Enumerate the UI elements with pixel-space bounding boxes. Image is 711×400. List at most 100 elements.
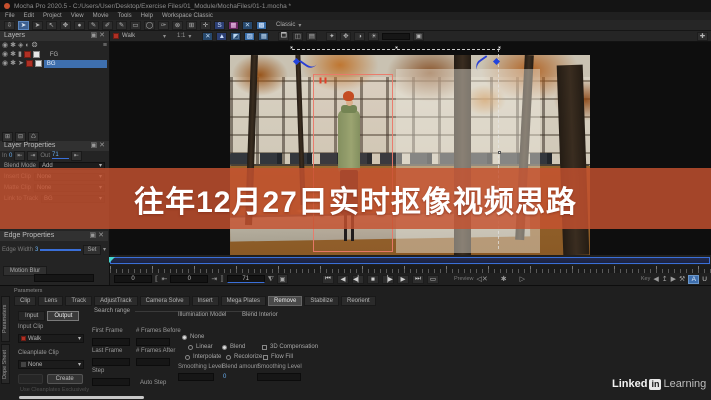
zoom-tool-icon[interactable]: ●: [74, 21, 85, 30]
frames-after-field[interactable]: [136, 358, 170, 366]
viewer-zoom-select[interactable]: 1:1: [177, 33, 185, 39]
tab-clip[interactable]: Clip: [14, 296, 36, 306]
show-surface-icon[interactable]: ▨: [244, 32, 255, 41]
stabilize-module-icon[interactable]: S: [214, 21, 225, 30]
tab-track[interactable]: Track: [65, 296, 92, 306]
show-points-icon[interactable]: ▲: [216, 32, 227, 41]
tab-remove[interactable]: Remove: [268, 296, 302, 306]
viewer-gain-field[interactable]: [382, 33, 410, 40]
go-start-button[interactable]: ⏮: [322, 275, 334, 284]
attach-tool-icon[interactable]: ⊗: [172, 21, 183, 30]
filter-icon[interactable]: ⧨: [268, 276, 274, 283]
timeline-ruler[interactable]: [110, 265, 711, 273]
last-frame-field[interactable]: [92, 358, 130, 366]
lasso-tool-icon[interactable]: ↖: [46, 21, 57, 30]
playhead-marker[interactable]: [109, 257, 115, 263]
tab-camerasolve[interactable]: Camera Solve: [140, 296, 190, 306]
hand-icon[interactable]: ✥: [340, 32, 351, 41]
add-key-icon[interactable]: ↥: [662, 276, 668, 283]
group-layer-icon[interactable]: ⊟: [15, 132, 26, 142]
layer-name-selected[interactable]: BG: [44, 60, 107, 68]
set-out-icon[interactable]: ⟧: [220, 276, 223, 283]
contrast-icon[interactable]: ◑: [354, 32, 365, 41]
current-frame-field[interactable]: 0: [170, 275, 208, 283]
prev-key-icon[interactable]: ◀: [653, 276, 658, 283]
in-value[interactable]: 0: [9, 153, 12, 159]
tab-adjusttrack[interactable]: AdjustTrack: [94, 296, 137, 306]
view-layout-icon[interactable]: 🗖: [278, 32, 289, 41]
select-tool-icon[interactable]: ➤: [18, 21, 29, 30]
chevron-down-icon[interactable]: ▾: [188, 33, 191, 40]
grid-module-icon[interactable]: ▦: [228, 21, 239, 30]
side-tab-dopesheet[interactable]: Dope Sheet: [1, 344, 10, 384]
smoothing-level-right-field[interactable]: [257, 373, 301, 381]
prev-frame-button[interactable]: ◀▏: [352, 275, 364, 284]
color-icon[interactable]: ❂: [32, 42, 38, 49]
tab-reorient[interactable]: Reorient: [341, 296, 376, 306]
xspline-tool-icon[interactable]: ✎: [88, 21, 99, 30]
lock-icon[interactable]: ◈: [18, 42, 23, 49]
out-value[interactable]: 71: [52, 152, 69, 159]
layer-menu-icon[interactable]: ≡: [103, 42, 107, 49]
first-frame-field[interactable]: [92, 338, 130, 346]
workspace-dropdown[interactable]: Classic: [276, 22, 295, 28]
layer-checkbox[interactable]: [33, 51, 40, 58]
create-cleanplate-button[interactable]: Create: [47, 374, 83, 384]
gear-icon[interactable]: ✱: [10, 51, 16, 58]
compensation-3d-checkbox[interactable]: 3D Compensation: [262, 344, 318, 350]
timeline-range-bar[interactable]: [110, 257, 710, 264]
move-tool-icon[interactable]: ✛: [200, 21, 211, 30]
stabilize-view-icon[interactable]: ▣: [413, 32, 424, 41]
pin-icon[interactable]: ▣: [91, 142, 98, 149]
play-reverse-button[interactable]: ◀: [337, 275, 349, 284]
pin-icon[interactable]: ▣: [91, 32, 98, 39]
surface-handle[interactable]: [498, 46, 501, 49]
quad-module-icon[interactable]: ▩: [256, 21, 267, 30]
horizontal-scrollbar[interactable]: [19, 396, 144, 399]
menu-view[interactable]: View: [71, 13, 84, 19]
smoothing-level-field[interactable]: [178, 373, 214, 381]
goto-in-icon[interactable]: ⇤: [161, 276, 167, 283]
show-tangents-icon[interactable]: ◩: [230, 32, 241, 41]
menu-project[interactable]: Project: [43, 13, 62, 19]
view-split-icon[interactable]: ◫: [292, 32, 303, 41]
magnetic-tool-icon[interactable]: ✑: [158, 21, 169, 30]
save-icon[interactable]: ⇩: [4, 21, 15, 30]
menu-tools[interactable]: Tools: [118, 13, 132, 19]
chevron-down-icon[interactable]: ▾: [103, 246, 106, 253]
pin-icon[interactable]: ▣: [90, 232, 97, 239]
menu-help[interactable]: Help: [141, 13, 153, 19]
layer-name[interactable]: FG: [50, 52, 58, 58]
eye-icon[interactable]: ◉: [2, 51, 8, 58]
in-clear-icon[interactable]: ⇥: [27, 151, 38, 161]
input-clip-select[interactable]: Walk ▾: [18, 334, 84, 343]
surface-handle[interactable]: [290, 46, 293, 49]
illum-interpolate-radio[interactable]: Interpolate: [185, 354, 221, 360]
tab-input[interactable]: Input: [18, 311, 45, 321]
recolorize-radio[interactable]: Recolorize: [226, 354, 262, 360]
step-field[interactable]: [92, 378, 130, 386]
edge-width-value[interactable]: 3: [35, 247, 38, 253]
rect-tool-icon[interactable]: ▭: [130, 21, 141, 30]
side-tab-parameters[interactable]: Parameters: [1, 296, 10, 342]
next-frame-button[interactable]: ▕▶: [382, 275, 394, 284]
render-settings-icon[interactable]: ✱: [501, 276, 507, 283]
in-frame-field[interactable]: 0: [114, 275, 152, 283]
show-splines-icon[interactable]: ✕: [202, 32, 213, 41]
cleanplate-clip-select[interactable]: None ▾: [18, 360, 84, 369]
autokey-toggle[interactable]: A: [688, 275, 699, 284]
set-in-icon[interactable]: ⟦: [155, 276, 158, 283]
out-frame-field[interactable]: 71: [227, 275, 265, 283]
menu-edit[interactable]: Edit: [24, 13, 34, 19]
stop-button[interactable]: ■: [367, 275, 379, 284]
goto-out-icon[interactable]: ⇥: [211, 276, 217, 283]
close-icon[interactable]: ✕: [98, 232, 104, 239]
blend-radio[interactable]: Blend: [222, 344, 245, 350]
add-point-tool-icon[interactable]: ✐: [102, 21, 113, 30]
gear-icon[interactable]: ✱: [10, 60, 16, 67]
trace-icon[interactable]: ✦: [326, 32, 337, 41]
menu-workspace[interactable]: Workspace Classic: [162, 13, 213, 19]
chevron-down-icon[interactable]: ▾: [163, 33, 166, 40]
show-grid-icon[interactable]: ▦: [258, 32, 269, 41]
bezier-tool-icon[interactable]: ✎: [116, 21, 127, 30]
